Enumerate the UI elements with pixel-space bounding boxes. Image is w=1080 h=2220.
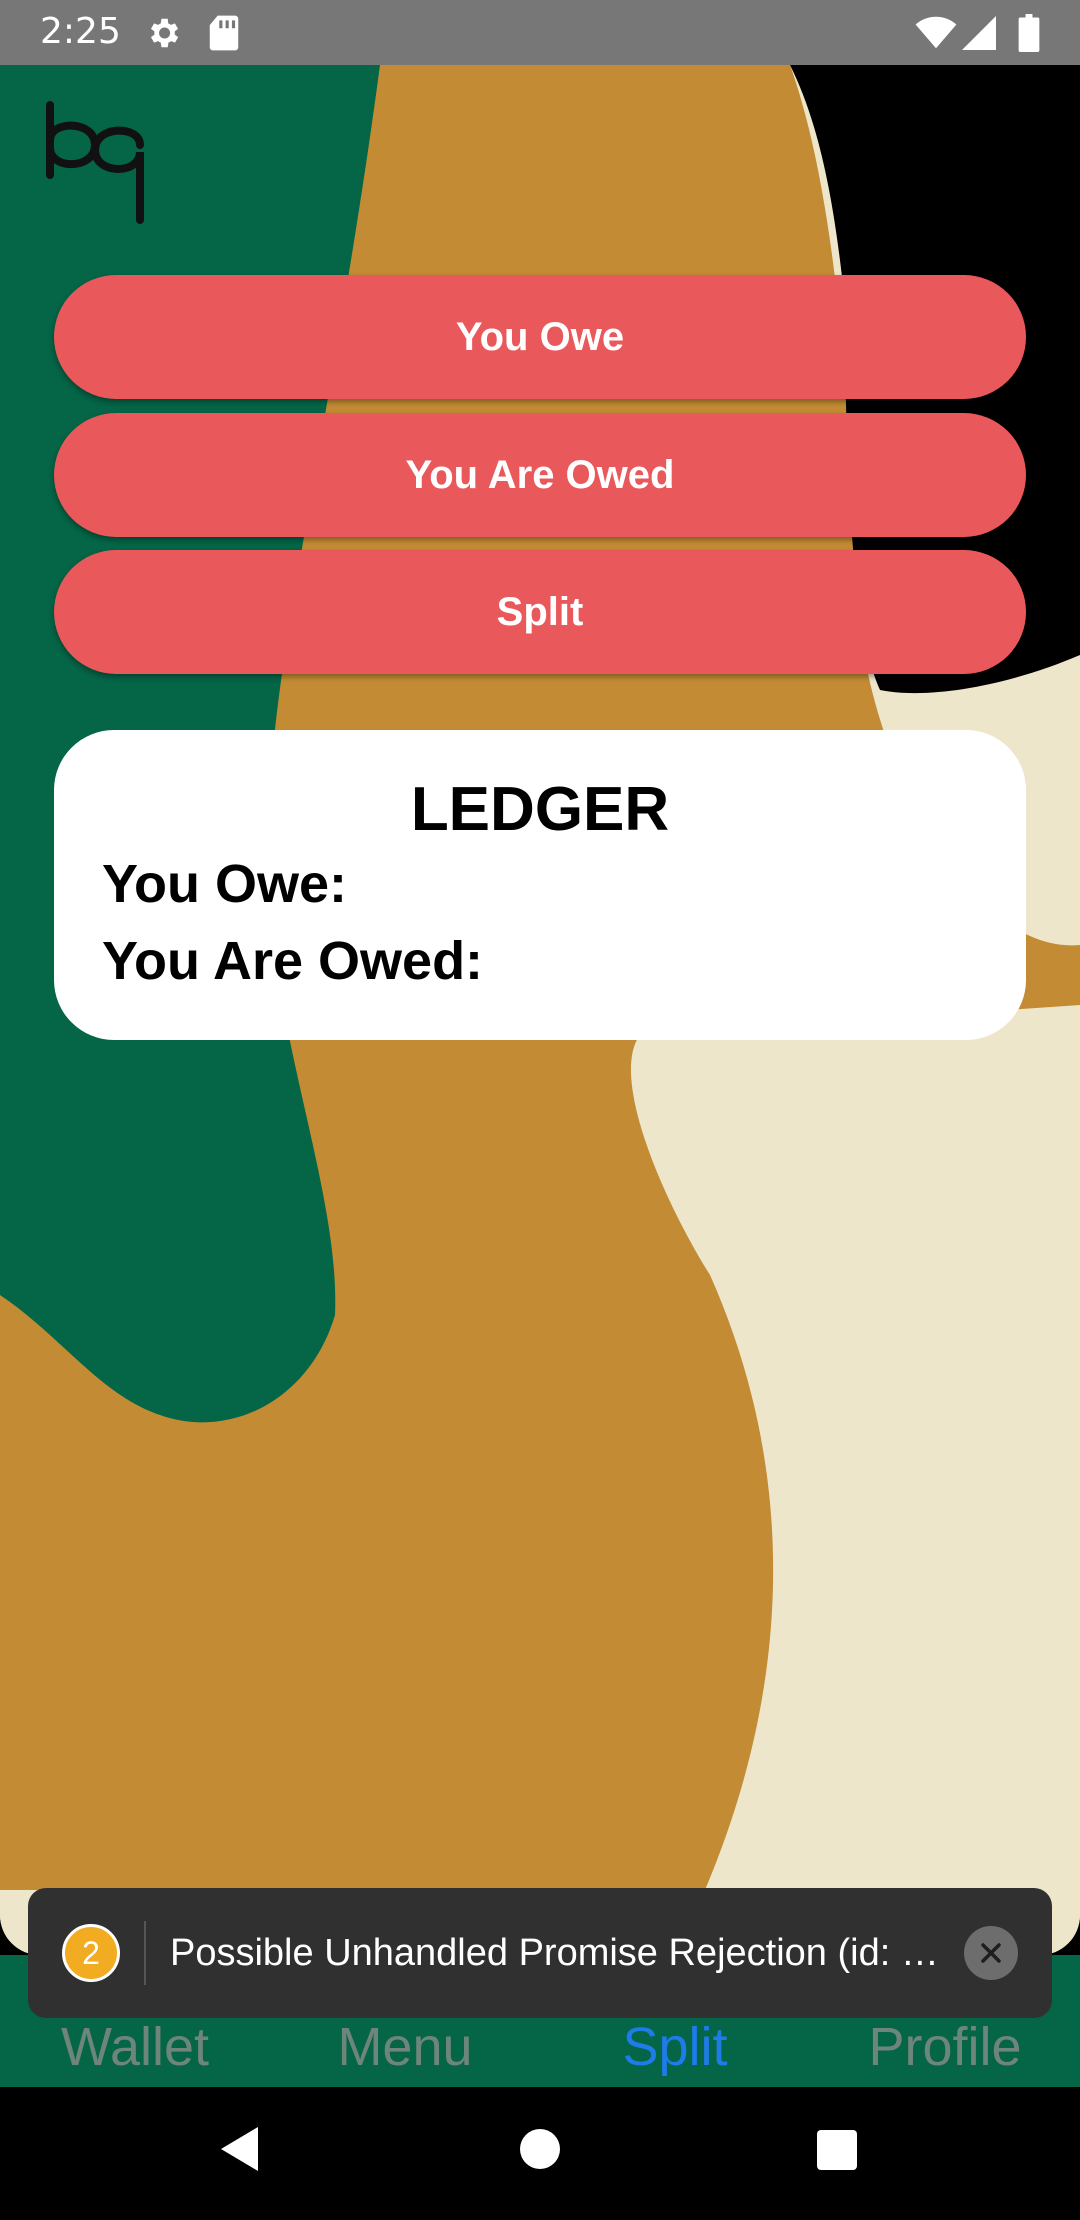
status-bar: 2:25 — [0, 0, 1080, 65]
toast-message: Possible Unhandled Promise Rejection (id… — [170, 1932, 939, 1974]
ledger-title: LEDGER — [410, 775, 670, 844]
battery-icon — [1018, 14, 1040, 57]
you-owe-button[interactable]: You Owe — [54, 275, 1026, 399]
tab-wallet[interactable]: Wallet — [0, 2017, 270, 2077]
split-button[interactable]: Split — [54, 550, 1026, 674]
ledger-card: LEDGER You Owe: You Are Owed: — [54, 730, 1026, 1040]
toast-divider — [144, 1921, 146, 1985]
you-owe-label: You Owe: — [102, 854, 348, 914]
tab-profile[interactable]: Profile — [810, 2017, 1080, 2077]
signal-icon — [962, 16, 996, 55]
warning-count-badge: 2 — [62, 1924, 120, 1982]
wifi-icon — [915, 16, 957, 55]
you-are-owed-button[interactable]: You Are Owed — [54, 413, 1026, 537]
home-icon[interactable] — [519, 2128, 561, 2175]
warning-toast[interactable]: 2 Possible Unhandled Promise Rejection (… — [28, 1888, 1052, 2018]
recents-icon[interactable] — [816, 2129, 858, 2176]
tab-split[interactable]: Split — [540, 2017, 810, 2077]
status-time: 2:25 — [40, 11, 121, 52]
sd-card-icon — [208, 14, 240, 57]
bq-logo — [40, 100, 150, 230]
close-icon[interactable] — [964, 1926, 1018, 1980]
back-icon[interactable] — [218, 2124, 260, 2179]
gear-icon — [144, 14, 182, 57]
app-content: You Owe You Are Owed Split LEDGER You Ow… — [0, 65, 1080, 1955]
you-are-owed-label: You Are Owed: — [102, 931, 484, 991]
tab-menu[interactable]: Menu — [270, 2017, 540, 2077]
system-nav-bar — [0, 2087, 1080, 2220]
